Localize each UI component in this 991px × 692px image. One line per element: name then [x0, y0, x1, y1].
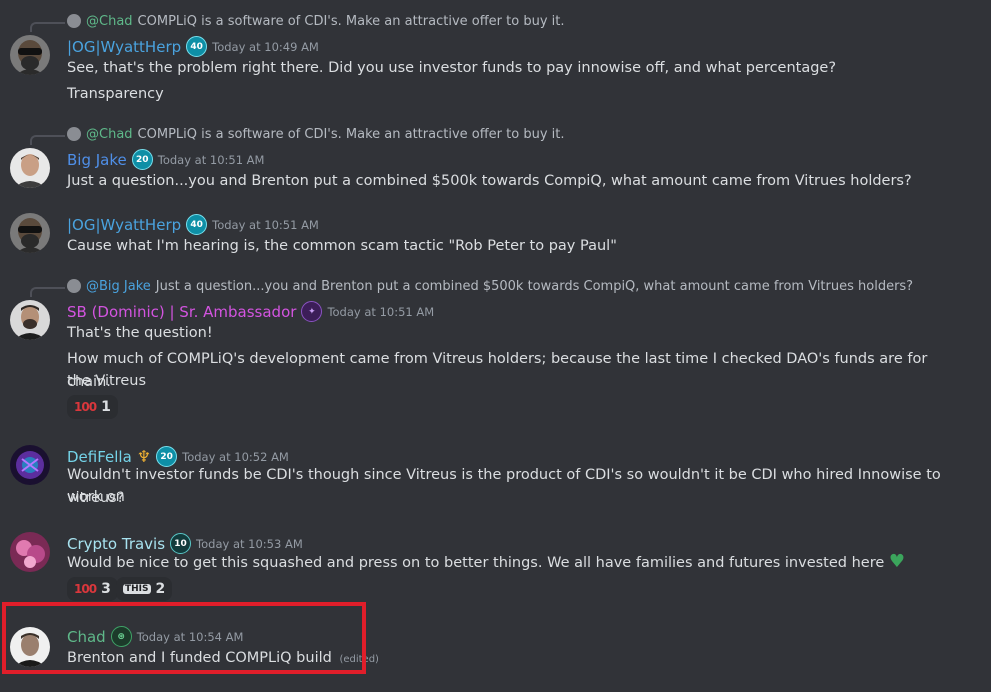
message-text: vitreus? [67, 490, 125, 506]
reaction-this[interactable]: THIS 2 [116, 577, 173, 601]
reply-spine [30, 135, 65, 145]
timestamp[interactable]: Today at 10:51 AM [158, 153, 265, 167]
reply-avatar [67, 127, 81, 141]
username[interactable]: DefiFella [67, 448, 132, 466]
message-text: Transparency [67, 86, 164, 102]
green-heart-icon: ♥ [888, 551, 906, 572]
username[interactable]: |OG|WyattHerp [67, 38, 181, 56]
this-icon: THIS [123, 584, 151, 594]
reaction-100[interactable]: 100 1 [67, 395, 118, 419]
reply-preview[interactable]: @Chad COMPLiQ is a software of CDI's. Ma… [67, 12, 565, 30]
reply-text: Just a question...you and Brenton put a … [155, 278, 914, 294]
level-badge[interactable]: 40 [186, 36, 208, 57]
reply-mention[interactable]: @Big Jake [86, 279, 151, 294]
reply-mention[interactable]: @Chad [86, 127, 133, 142]
avatar[interactable] [10, 300, 50, 340]
red-highlight-box [2, 602, 366, 674]
timestamp[interactable]: Today at 10:53 AM [196, 537, 303, 551]
username[interactable]: |OG|WyattHerp [67, 216, 181, 234]
avatar[interactable] [10, 35, 50, 75]
message-text: That's the question! [67, 325, 213, 341]
message-text: See, that's the problem right there. Did… [67, 60, 837, 76]
message-text: Would be nice to get this squashed and p… [67, 551, 951, 574]
username[interactable]: SB (Dominic) | Sr. Ambassador [67, 303, 296, 321]
hundred-icon: 100 [74, 582, 97, 596]
reaction-count: 2 [155, 581, 166, 597]
avatar[interactable] [10, 213, 50, 253]
message-text-content: Would be nice to get this squashed and p… [67, 555, 885, 571]
reply-avatar [67, 14, 81, 28]
role-badge[interactable]: ✦ [301, 301, 323, 322]
reply-preview[interactable]: @Chad COMPLiQ is a software of CDI's. Ma… [67, 125, 565, 143]
reaction-100[interactable]: 100 3 [67, 577, 118, 601]
message-text: Just a question...you and Brenton put a … [67, 173, 912, 189]
hundred-icon: 100 [74, 400, 97, 414]
username[interactable]: Big Jake [67, 151, 127, 169]
reaction-count: 1 [101, 399, 111, 415]
avatar[interactable] [10, 148, 50, 188]
reply-spine [30, 22, 65, 32]
avatar[interactable] [10, 532, 50, 572]
timestamp[interactable]: Today at 10:49 AM [212, 40, 319, 54]
level-badge[interactable]: 40 [186, 214, 208, 235]
reply-text: COMPLiQ is a software of CDI's. Make an … [137, 13, 565, 29]
timestamp[interactable]: Today at 10:51 AM [212, 218, 319, 232]
timestamp[interactable]: Today at 10:51 AM [327, 305, 434, 319]
reply-preview[interactable]: @Big Jake Just a question...you and Bren… [67, 277, 913, 295]
reply-spine [30, 287, 65, 297]
reply-text: COMPLiQ is a software of CDI's. Make an … [137, 126, 565, 142]
level-badge[interactable]: 20 [131, 149, 153, 170]
reply-mention[interactable]: @Chad [86, 14, 133, 29]
message-text: Cause what I'm hearing is, the common sc… [67, 238, 617, 254]
timestamp[interactable]: Today at 10:52 AM [182, 450, 289, 464]
message-text: chain. [67, 374, 111, 390]
username[interactable]: Crypto Travis [67, 535, 165, 553]
avatar[interactable] [10, 445, 50, 485]
reaction-count: 3 [101, 581, 111, 597]
reply-avatar [67, 279, 81, 293]
